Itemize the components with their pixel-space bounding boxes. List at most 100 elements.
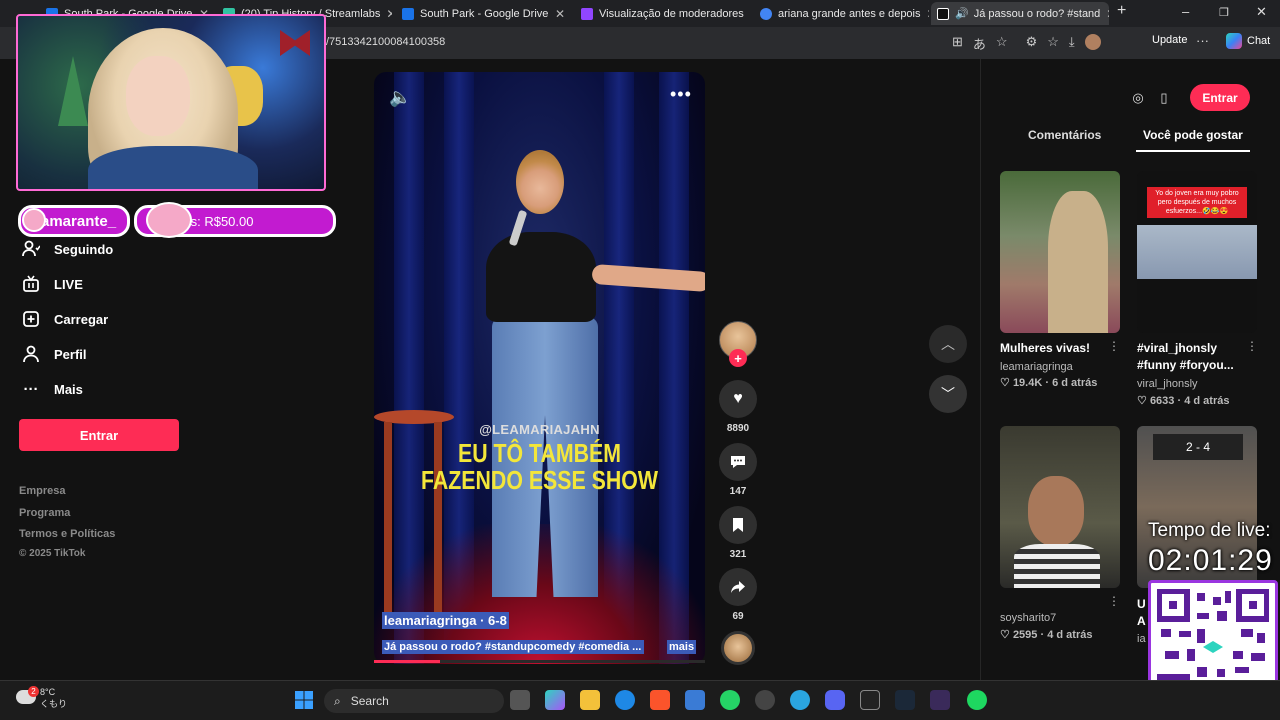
audio-playing-icon[interactable]: 🔊 — [955, 7, 969, 20]
recommendation-author[interactable]: ia — [1137, 633, 1147, 645]
close-tab-icon[interactable]: ✕ — [744, 7, 751, 21]
header-login-button[interactable]: Entrar — [1190, 84, 1250, 111]
video-more-icon[interactable]: ••• — [670, 84, 692, 105]
sidebar-item-following[interactable]: Seguindo — [22, 240, 113, 258]
capcut-icon[interactable] — [860, 690, 880, 710]
steam-icon[interactable] — [895, 690, 915, 710]
address-bar-icons: ⊞ あ ☆ ⚙ ☆ ⤓ — [952, 34, 1101, 53]
sidebar-item-upload[interactable]: Carregar — [22, 310, 108, 328]
new-tab-button[interactable]: + — [1117, 2, 1126, 20]
file-explorer-icon[interactable] — [580, 690, 600, 710]
browser-menu-icon[interactable]: ··· — [1196, 33, 1209, 48]
video-author[interactable]: leamariagringa · 6-8 — [382, 612, 509, 629]
follow-plus-icon[interactable]: + — [729, 349, 747, 367]
copyright: © 2025 TikTok — [19, 548, 86, 559]
bookmark-icon[interactable] — [719, 506, 757, 544]
login-button[interactable]: Entrar — [19, 419, 179, 451]
recommendation-title[interactable]: U A — [1137, 596, 1147, 630]
recommendation-thumbnail[interactable] — [1000, 426, 1120, 588]
browser-tab-active[interactable]: 🔊 Já passou o rodo? #stand ✕ — [931, 2, 1109, 25]
favorites-icon[interactable]: ☆ — [1047, 34, 1059, 53]
video-player[interactable]: @LEAMARIAJAHN EU TÔ TAMBÉM FAZENDO ESSE … — [374, 72, 705, 664]
brave-browser-icon[interactable] — [650, 690, 670, 710]
share-count: 69 — [732, 611, 744, 622]
footer-link-company[interactable]: Empresa — [19, 485, 65, 497]
next-video-button[interactable]: ﹀ — [929, 375, 967, 413]
discord-icon[interactable] — [825, 690, 845, 710]
heart-outline-icon: ♡ — [1137, 395, 1147, 407]
windows-start-icon[interactable] — [294, 690, 314, 710]
maximize-button[interactable]: ❐ — [1219, 6, 1229, 19]
volume-icon[interactable]: 🔈 — [389, 87, 411, 108]
browser-tab[interactable]: Visualização de moderadores ✕ — [575, 2, 750, 25]
recommendation-more-icon[interactable]: ⋮ — [1246, 339, 1258, 353]
update-button[interactable]: Update — [1152, 34, 1187, 46]
copilot-taskbar-icon[interactable] — [545, 690, 565, 710]
tab-you-may-like[interactable]: Você pode gostar — [1143, 128, 1243, 142]
previous-video-button[interactable]: ︿ — [929, 325, 967, 363]
obs-icon[interactable] — [755, 690, 775, 710]
copilot-chat-button[interactable]: Chat — [1226, 33, 1270, 49]
recommendation-title[interactable]: Mulheres vivas! — [1000, 340, 1090, 357]
recommendation-thumbnail[interactable] — [1000, 171, 1120, 333]
like-action[interactable]: ♥ 8890 — [719, 380, 757, 434]
share-icon[interactable] — [719, 568, 757, 606]
telegram-icon[interactable] — [790, 690, 810, 710]
recommendation-author[interactable]: soysharito7 — [1000, 612, 1056, 624]
streamlabs-taskbar-icon[interactable] — [930, 690, 950, 710]
browser-tab[interactable]: South Park - Google Drive ✕ — [396, 2, 571, 25]
read-aloud-icon[interactable]: あ — [973, 34, 986, 53]
browser-tab[interactable]: ariana grande antes e depois ✕ — [754, 2, 929, 25]
heart-icon[interactable]: ♥ — [719, 380, 757, 418]
save-action[interactable]: 321 — [719, 506, 757, 560]
comment-action[interactable]: 147 — [719, 443, 757, 497]
spotify-icon[interactable] — [967, 690, 987, 710]
sidebar-item-more[interactable]: ··· Mais — [22, 380, 83, 398]
google-icon — [760, 7, 772, 20]
close-tab-icon[interactable]: ✕ — [380, 7, 392, 21]
footer-link-program[interactable]: Programa — [19, 507, 70, 519]
tab-title: ariana grande antes e depois — [778, 7, 921, 20]
extensions-icon[interactable]: ⚙ — [1026, 34, 1038, 53]
comedian-head — [516, 150, 564, 214]
whatsapp-icon[interactable] — [720, 690, 740, 710]
red-bow-decoration — [280, 30, 310, 56]
recommendation-title[interactable]: #viral_jhonsly #funny #foryou... — [1137, 340, 1257, 374]
recommendation-author[interactable]: viral_jhonsly — [1137, 378, 1198, 390]
favorite-star-icon[interactable]: ☆ — [996, 34, 1008, 53]
recommendation-author[interactable]: leamariagringa — [1000, 361, 1073, 373]
profile-avatar-icon[interactable] — [1084, 34, 1101, 50]
edge-browser-icon[interactable] — [615, 690, 635, 710]
close-tab-icon[interactable]: ✕ — [1100, 7, 1109, 21]
minimize-button[interactable]: – — [1182, 4, 1189, 19]
comment-icon[interactable] — [719, 443, 757, 481]
app-available-icon[interactable]: ⊞ — [952, 34, 963, 53]
downloads-icon[interactable]: ⤓ — [1069, 34, 1075, 53]
description-more-link[interactable]: mais — [667, 640, 697, 654]
recommendation-more-icon[interactable]: ⋮ — [1108, 594, 1120, 608]
mobile-icon[interactable]: ▯ — [1149, 83, 1179, 113]
scoreboard: 2 - 4 — [1153, 434, 1243, 460]
task-view-icon[interactable] — [510, 690, 530, 710]
close-window-button[interactable]: ✕ — [1256, 4, 1267, 20]
tab-comments[interactable]: Comentários — [1028, 128, 1101, 142]
sound-disc-icon[interactable] — [721, 631, 755, 665]
video-progress-bar[interactable] — [374, 660, 705, 663]
store-icon[interactable] — [685, 690, 705, 710]
heart-outline-icon: ♡ — [1000, 629, 1010, 641]
taskbar-search[interactable]: ⌕ Search — [324, 689, 504, 713]
footer-link-terms[interactable]: Termos e Políticas — [19, 528, 115, 540]
thumbnail-person — [1048, 191, 1108, 333]
recommendation-more-icon[interactable]: ⋮ — [1108, 339, 1120, 353]
tab-title: South Park - Google Drive — [420, 7, 549, 20]
recommendation-thumbnail[interactable]: Yo do joven era muy pobro pero después d… — [1137, 171, 1257, 333]
sidebar-item-profile[interactable]: Perfil — [22, 345, 87, 363]
weather-widget[interactable]: 8°C くもり — [40, 686, 67, 710]
close-tab-icon[interactable]: ✕ — [549, 7, 565, 21]
share-action[interactable]: 69 — [719, 568, 757, 622]
sidebar-item-live[interactable]: LIVE — [22, 275, 83, 293]
close-tab-icon[interactable]: ✕ — [921, 7, 930, 21]
thumbnail-person — [1028, 476, 1084, 546]
url-field[interactable]: /7513342100084100358 — [326, 36, 445, 48]
subscriber-name: amarante_ — [41, 212, 117, 230]
